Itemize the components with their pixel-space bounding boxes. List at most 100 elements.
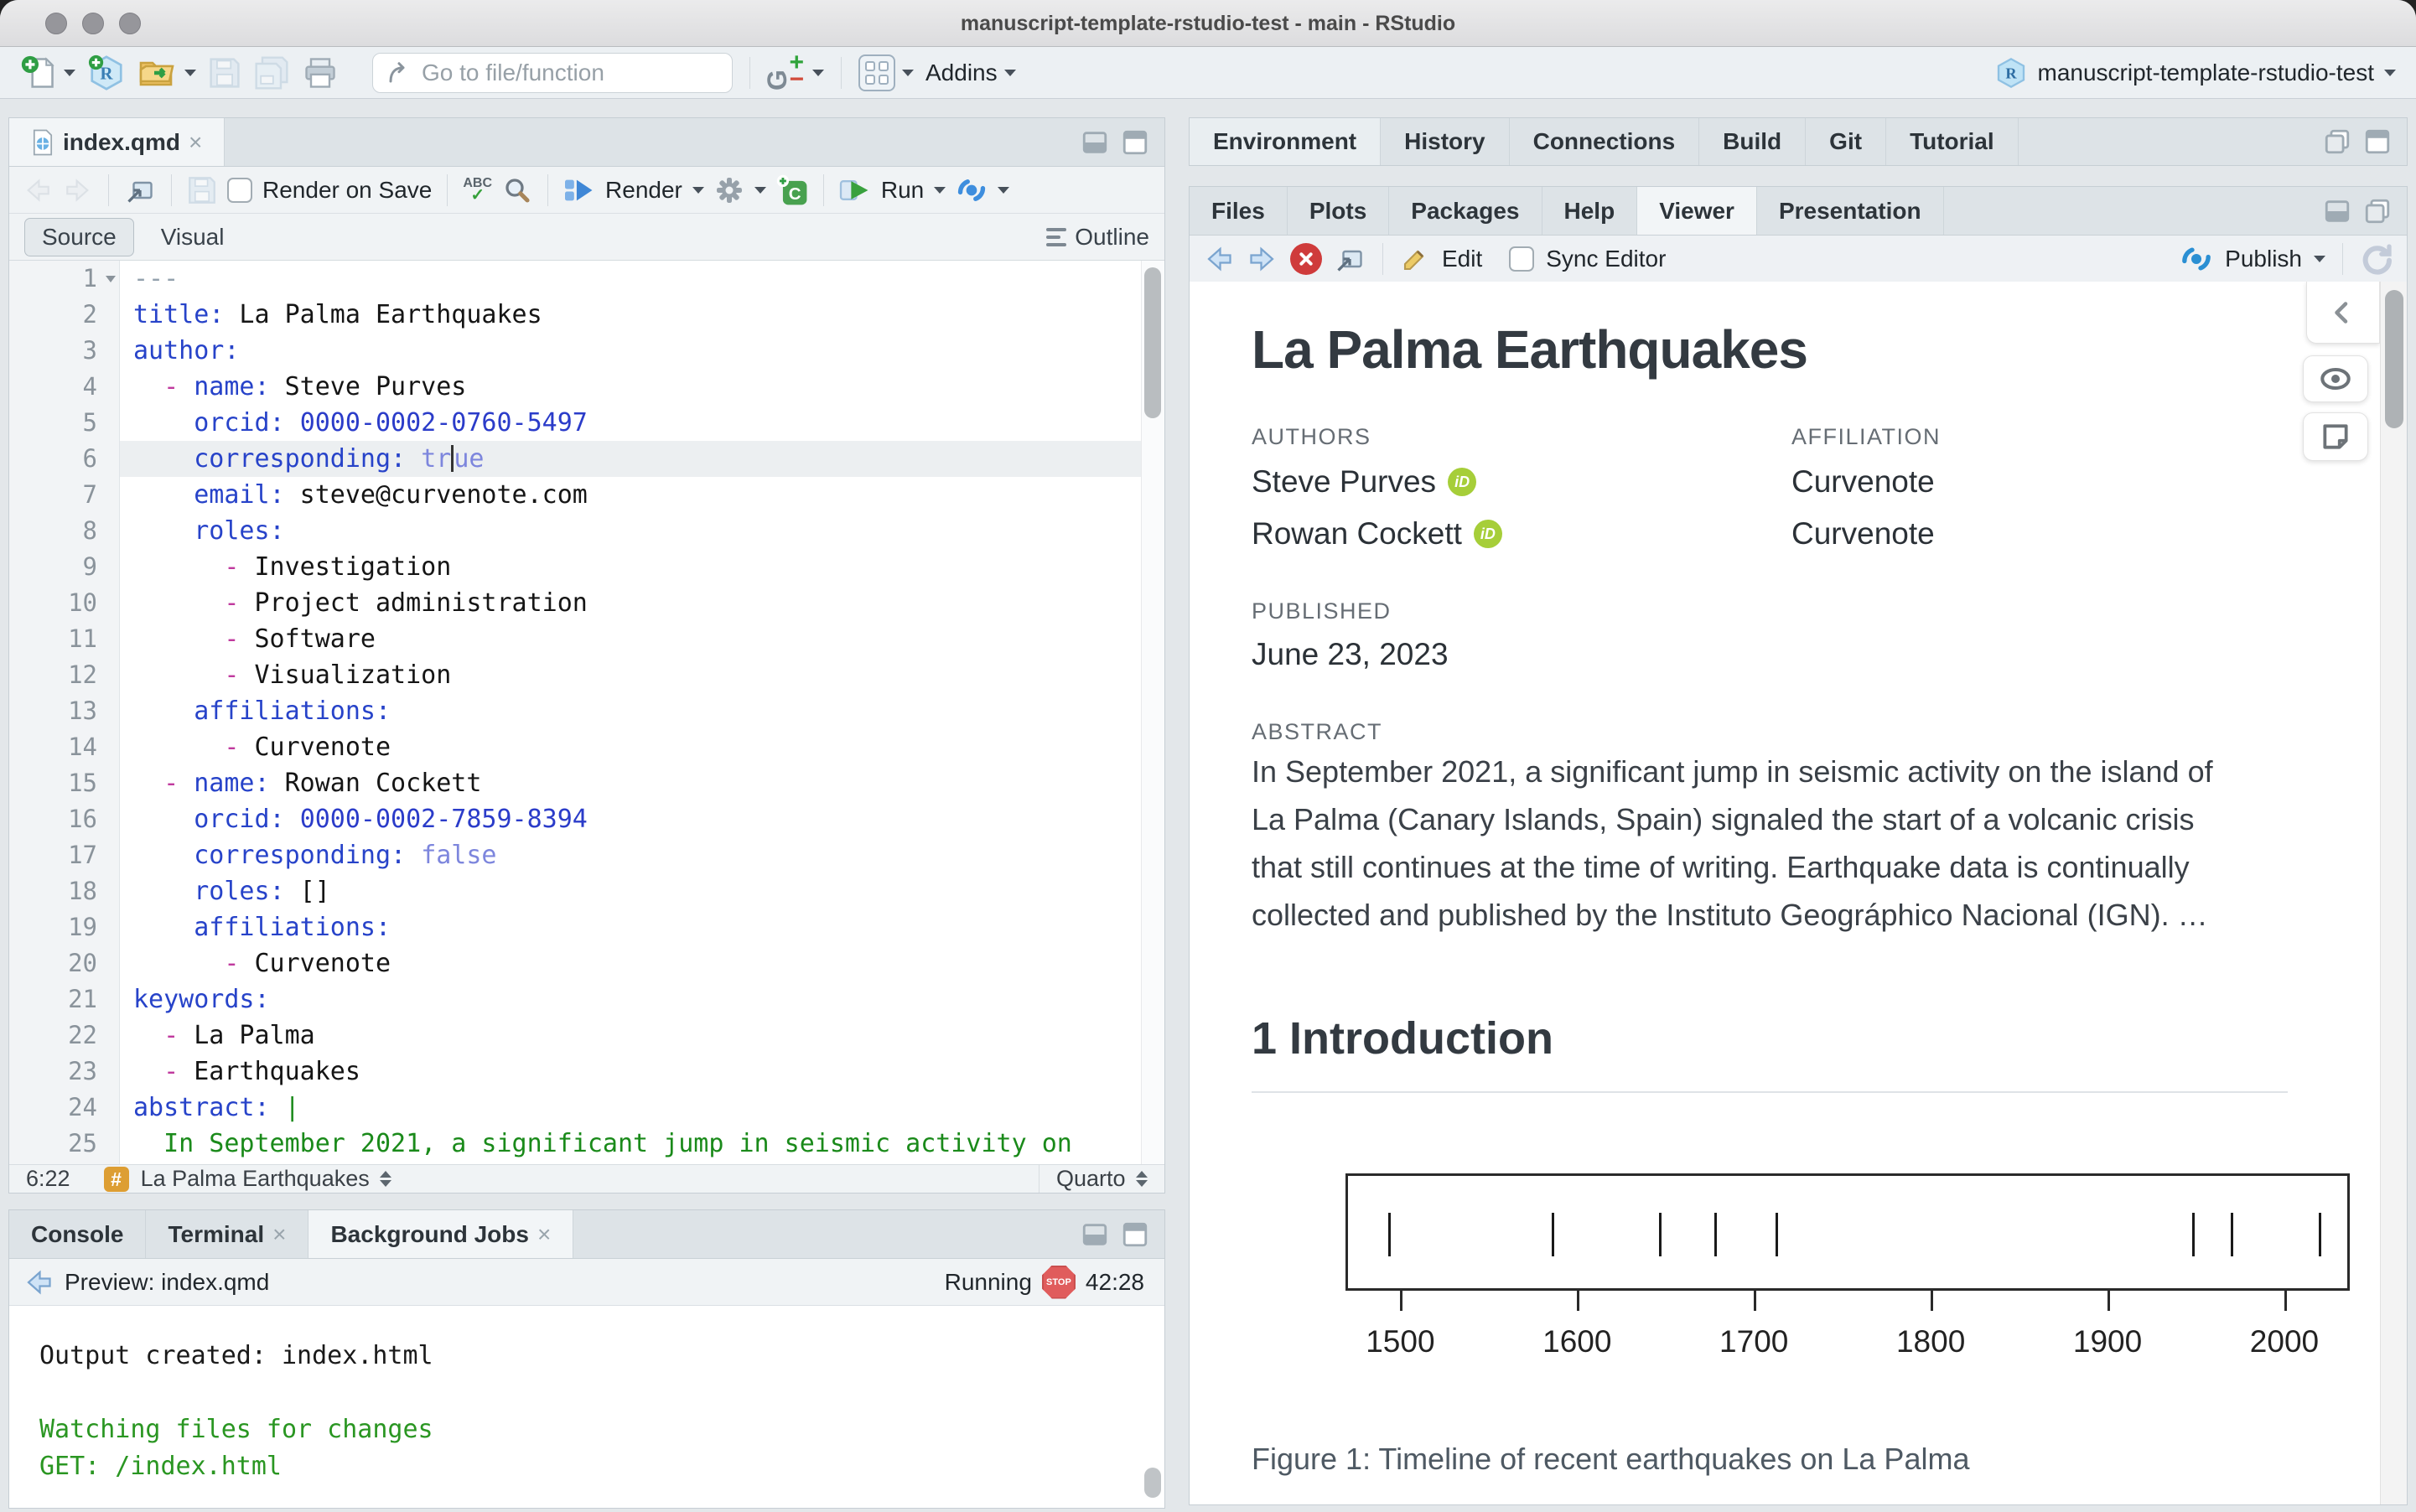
minimize-pane-icon[interactable] — [1081, 128, 1109, 157]
save-file-icon[interactable] — [187, 175, 217, 205]
tab-console[interactable]: Console — [9, 1210, 147, 1258]
section-spinner-icon[interactable] — [379, 1171, 391, 1187]
spellcheck-icon[interactable]: ABC ✓ — [463, 176, 492, 204]
tab-help[interactable]: Help — [1542, 187, 1638, 235]
save-button[interactable] — [208, 56, 241, 90]
minimize-console-icon[interactable] — [1081, 1220, 1109, 1249]
restore-pane-icon[interactable] — [2363, 197, 2392, 225]
console-scrollbar-thumb[interactable] — [1144, 1468, 1161, 1498]
maximize-pane-icon[interactable] — [2363, 127, 2392, 156]
search-icon[interactable] — [502, 175, 532, 205]
visual-mode-button[interactable]: Visual — [153, 219, 233, 256]
file-type-menu[interactable]: Quarto — [1039, 1165, 1164, 1193]
code-row[interactable]: 16 orcid: 0000-0002-7859-8394 — [9, 801, 1143, 837]
render-caret-icon[interactable] — [692, 186, 704, 194]
code-row[interactable]: 18 roles: [] — [9, 873, 1143, 909]
clear-viewer-button[interactable] — [1290, 242, 1322, 275]
tab-background-jobs[interactable]: Background Jobs × — [308, 1210, 574, 1258]
section-selector[interactable]: La Palma Earthquakes — [141, 1166, 370, 1192]
editor-scrollbar-thumb[interactable] — [1144, 267, 1161, 418]
close-tab-icon[interactable]: × — [189, 129, 202, 156]
edit-button[interactable]: Edit — [1442, 246, 1482, 272]
tab-plots[interactable]: Plots — [1288, 187, 1390, 235]
code-row[interactable]: 23 - Earthquakes — [9, 1054, 1143, 1090]
publish-button[interactable]: Publish — [2225, 246, 2302, 272]
collapse-panel-button[interactable] — [2306, 282, 2380, 344]
open-file-button[interactable] — [137, 54, 196, 91]
code-row[interactable]: 8 roles: — [9, 513, 1143, 549]
stop-job-button[interactable]: STOP — [1041, 1265, 1076, 1299]
render-on-save-checkbox[interactable] — [227, 177, 252, 203]
source-mode-button[interactable]: Source — [24, 217, 134, 256]
outline-toggle[interactable]: Outline — [1046, 224, 1149, 251]
close-tab-icon[interactable]: × — [537, 1221, 551, 1248]
insert-chunk-icon[interactable]: C — [776, 174, 808, 206]
run-caret-icon[interactable] — [934, 186, 946, 194]
tab-history[interactable]: History — [1381, 118, 1510, 165]
code-row[interactable]: 24 abstract: | — [9, 1090, 1143, 1126]
back-icon[interactable] — [23, 176, 53, 205]
new-project-button[interactable]: R — [87, 54, 126, 92]
tab-presentation[interactable]: Presentation — [1757, 187, 1944, 235]
editor-tab-index-qmd[interactable]: index.qmd × — [9, 118, 226, 166]
code-row[interactable]: 15 - name: Rowan Cockett — [9, 765, 1143, 801]
refresh-icon[interactable] — [2360, 242, 2393, 276]
restore-pane-icon[interactable] — [2323, 127, 2351, 156]
new-file-button[interactable] — [20, 54, 75, 91]
code-row[interactable]: 1 --- — [9, 261, 1143, 297]
editor-scrollbar[interactable] — [1141, 261, 1164, 1166]
code-row[interactable]: 9 - Investigation — [9, 549, 1143, 585]
author-name[interactable]: Steve Purves iD — [1252, 464, 1477, 500]
code-row[interactable]: 10 - Project administration — [9, 585, 1143, 621]
code-row[interactable]: 5 orcid: 0000-0002-0760-5497 — [9, 405, 1143, 441]
maximize-pane-icon[interactable] — [1121, 128, 1149, 157]
source-caret-icon[interactable] — [998, 186, 1010, 194]
fold-arrow-icon[interactable] — [106, 276, 116, 282]
forward-icon[interactable] — [1247, 244, 1278, 274]
popout-window-icon[interactable] — [1334, 244, 1366, 274]
code-row[interactable]: 20 - Curvenote — [9, 945, 1143, 981]
close-tab-icon[interactable]: × — [272, 1221, 286, 1248]
code-row[interactable]: 11 - Software — [9, 621, 1143, 657]
goto-file-input[interactable]: Go to file/function — [372, 52, 733, 93]
preview-eye-button[interactable] — [2303, 355, 2368, 402]
tab-environment[interactable]: Environment — [1190, 118, 1382, 165]
code-row[interactable]: 21 keywords: — [9, 981, 1143, 1017]
viewer-scrollbar-thumb[interactable] — [2385, 290, 2403, 428]
tab-build[interactable]: Build — [1699, 118, 1807, 165]
code-row[interactable]: 25 In September 2021, a significant jump… — [9, 1126, 1143, 1162]
gear-icon[interactable] — [714, 175, 744, 205]
author-name[interactable]: Rowan Cockett iD — [1252, 516, 1502, 551]
code-row[interactable]: 4 - name: Steve Purves — [9, 369, 1143, 405]
tab-viewer[interactable]: Viewer — [1637, 187, 1757, 235]
tab-terminal[interactable]: Terminal × — [146, 1210, 309, 1258]
save-all-button[interactable] — [253, 54, 290, 91]
code-row[interactable]: 13 affiliations: — [9, 693, 1143, 729]
forward-icon[interactable] — [63, 176, 93, 205]
source-rerun-icon[interactable] — [956, 174, 988, 206]
version-control-button[interactable]: G + − — [762, 49, 824, 93]
code-row[interactable]: 6 corresponding: tr ue — [9, 441, 1143, 477]
code-row[interactable]: 22 - La Palma — [9, 1017, 1143, 1054]
tab-packages[interactable]: Packages — [1389, 187, 1542, 235]
sync-editor-checkbox[interactable] — [1509, 246, 1535, 272]
addins-menu[interactable]: Addins — [925, 60, 1016, 86]
maximize-console-icon[interactable] — [1121, 1220, 1149, 1249]
code-row[interactable]: 12 - Visualization — [9, 657, 1143, 693]
tab-connections[interactable]: Connections — [1510, 118, 1700, 165]
back-icon[interactable] — [23, 1267, 54, 1297]
workspace-panes-button[interactable] — [858, 54, 914, 91]
code-row[interactable]: 19 affiliations: — [9, 909, 1143, 945]
code-lines[interactable]: 1 --- 2 title: La Palma Earthquakes 3 author:… — [9, 261, 1143, 1166]
back-icon[interactable] — [1203, 244, 1235, 274]
annotation-button[interactable] — [2303, 412, 2368, 461]
code-row[interactable]: 3 author: — [9, 333, 1143, 369]
run-button[interactable]: Run — [881, 177, 924, 204]
tab-files[interactable]: Files — [1190, 187, 1288, 235]
minimize-pane-icon[interactable] — [2323, 197, 2351, 225]
code-row[interactable]: 2 title: La Palma Earthquakes — [9, 297, 1143, 333]
code-row[interactable]: 7 email: steve@curvenote.com — [9, 477, 1143, 513]
code-row[interactable]: 17 corresponding: false — [9, 837, 1143, 873]
publish-caret-icon[interactable] — [2314, 255, 2325, 262]
project-menu[interactable]: R manuscript-template-rstudio-test — [1994, 56, 2396, 90]
